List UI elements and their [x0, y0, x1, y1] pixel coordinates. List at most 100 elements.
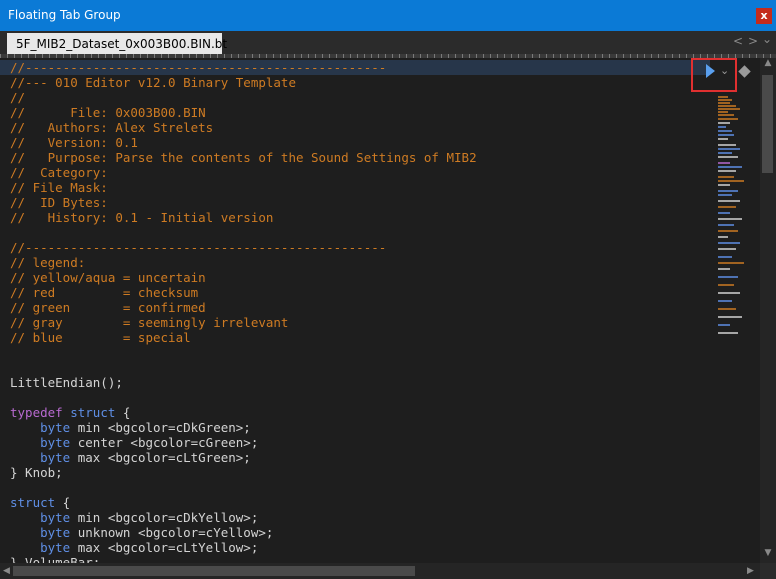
code-token: byte [40, 525, 71, 540]
code-token: // Version: 0.1 [10, 135, 138, 150]
minimap-line [718, 144, 736, 146]
code-token: struct [70, 405, 116, 420]
code-token: typedef [10, 405, 63, 420]
code-line: byte max <bgcolor=cLtYellow>; [10, 540, 258, 555]
code-token: // green = confirmed [10, 300, 206, 315]
code-line: // blue = special [10, 330, 191, 345]
code-line: byte max <bgcolor=cLtGreen>; [10, 450, 251, 465]
code-line: // green = confirmed [10, 300, 206, 315]
scroll-down-icon[interactable]: ▼ [762, 548, 774, 562]
minimap-line [718, 152, 732, 154]
code-token: byte [40, 420, 71, 435]
code-line: struct { [10, 495, 70, 510]
minimap-line [718, 114, 734, 116]
minimap-line [718, 194, 732, 196]
code-token: struct [10, 495, 56, 510]
code-token: // red = checksum [10, 285, 199, 300]
scroll-left-icon[interactable]: ◀ [1, 563, 12, 579]
vertical-scroll-thumb[interactable] [762, 75, 773, 173]
code-token: //--------------------------------------… [10, 60, 387, 75]
tab-scroll-left-icon[interactable]: < [733, 34, 743, 48]
code-line: } Knob; [10, 465, 63, 480]
code-minimap[interactable] [716, 96, 760, 336]
minimap-line [718, 122, 730, 124]
minimap-line [718, 156, 738, 158]
code-line: byte min <bgcolor=cDkYellow>; [10, 510, 258, 525]
code-line: // File Mask: [10, 180, 108, 195]
code-line: // File: 0x003B00.BIN [10, 105, 206, 120]
code-token: { [115, 405, 131, 420]
minimap-line [718, 166, 742, 168]
code-token: max <bgcolor=cLtGreen>; [70, 450, 251, 465]
code-line: // legend: [10, 255, 85, 270]
minimap-line [718, 111, 728, 113]
code-token: min <bgcolor=cDkGreen>; [70, 420, 251, 435]
minimap-line [718, 130, 732, 132]
code-token: byte [40, 540, 71, 555]
code-token: //--- 010 Editor v12.0 Binary Template [10, 75, 296, 90]
code-token: max <bgcolor=cLtYellow>; [70, 540, 259, 555]
minimap-line [718, 256, 732, 258]
minimap-line [718, 316, 742, 318]
tab-scroll-right-icon[interactable]: > [748, 34, 758, 48]
code-line: typedef struct { [10, 405, 130, 420]
run-options-chevron-icon[interactable]: ⌄ [720, 64, 729, 77]
minimap-line [718, 236, 728, 238]
code-token: } Knob; [10, 465, 63, 480]
minimap-line [718, 242, 740, 244]
run-template-icon[interactable] [706, 64, 715, 78]
minimap-line [718, 276, 738, 278]
code-line: LittleEndian(); [10, 375, 123, 390]
minimap-line [718, 224, 734, 226]
minimap-line [718, 324, 730, 326]
code-line: // [10, 90, 25, 105]
minimap-line [718, 134, 734, 136]
minimap-line [718, 96, 728, 98]
minimap-line [718, 212, 730, 214]
code-line: byte min <bgcolor=cDkGreen>; [10, 420, 251, 435]
minimap-line [718, 268, 730, 270]
scroll-right-icon[interactable]: ▶ [745, 563, 756, 579]
code-line: // History: 0.1 - Initial version [10, 210, 273, 225]
minimap-line [718, 332, 738, 334]
scroll-up-icon[interactable]: ▲ [762, 58, 774, 72]
code-token: LittleEndian(); [10, 375, 123, 390]
code-token: byte [40, 450, 71, 465]
minimap-line [718, 105, 736, 107]
code-editor[interactable]: //--------------------------------------… [0, 58, 760, 563]
minimap-line [718, 138, 728, 140]
code-token: // Category: [10, 165, 108, 180]
code-line: // Version: 0.1 [10, 135, 138, 150]
title-bar: Floating Tab Group x [0, 0, 776, 31]
minimap-line [718, 162, 730, 164]
tab-list-chevron-icon[interactable]: ⌄ [762, 32, 772, 46]
minimap-line [718, 248, 736, 250]
close-button[interactable]: x [756, 8, 772, 24]
code-token: // ID Bytes: [10, 195, 108, 210]
minimap-line [718, 180, 744, 182]
minimap-line [718, 102, 730, 104]
minimap-line [718, 170, 736, 172]
tab-template-file[interactable]: 5F_MIB2_Dataset_0x003B00.BIN.bt [7, 33, 227, 54]
code-token: // yellow/aqua = uncertain [10, 270, 206, 285]
code-token: unknown <bgcolor=cYellow>; [70, 525, 274, 540]
minimap-line [718, 308, 736, 310]
horizontal-scroll-thumb[interactable] [13, 566, 415, 576]
minimap-line [718, 206, 736, 208]
code-line: //--------------------------------------… [0, 60, 710, 75]
code-token: center <bgcolor=cGreen>; [70, 435, 259, 450]
code-token: // blue = special [10, 330, 191, 345]
code-line: byte unknown <bgcolor=cYellow>; [10, 525, 273, 540]
minimap-line [718, 190, 738, 192]
code-token: // History: 0.1 - Initial version [10, 210, 274, 225]
code-token: // File: 0x003B00.BIN [10, 105, 206, 120]
code-token: { [55, 495, 71, 510]
code-line: byte center <bgcolor=cGreen>; [10, 435, 258, 450]
minimap-line [718, 262, 744, 264]
code-line: // Purpose: Parse the contents of the So… [10, 150, 477, 165]
